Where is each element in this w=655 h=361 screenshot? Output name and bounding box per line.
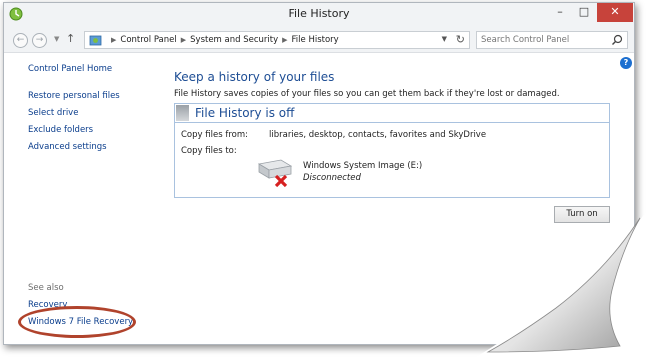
control-panel-icon — [89, 35, 102, 46]
page-title: Keep a history of your files — [174, 70, 335, 84]
turn-on-button[interactable]: Turn on — [554, 206, 610, 223]
page-description: File History saves copies of your files … — [174, 89, 560, 99]
breadcrumb-control-panel[interactable]: Control Panel — [120, 35, 176, 45]
drive-name: Windows System Image (E:) — [303, 161, 423, 171]
advanced-settings-link[interactable]: Advanced settings — [28, 142, 107, 152]
control-panel-home-link[interactable]: Control Panel Home — [28, 64, 112, 74]
breadcrumb-separator-icon[interactable]: ▶ — [282, 36, 287, 44]
see-also-label: See also — [28, 283, 64, 293]
window-title: File History — [288, 7, 350, 20]
exclude-folders-link[interactable]: Exclude folders — [28, 125, 93, 135]
breadcrumb-path: ▶ Control Panel ▶ System and Security ▶ File … — [107, 35, 339, 45]
copy-to-label: Copy files to: — [181, 146, 237, 156]
breadcrumb[interactable]: ▶ Control Panel ▶ System and Security ▶ File … — [84, 31, 470, 49]
breadcrumb-file-history[interactable]: File History — [292, 35, 339, 45]
copy-from-value: libraries, desktop, contacts, favorites … — [269, 130, 487, 140]
status-panel: File History is off Copy files from: lib… — [174, 103, 610, 198]
breadcrumb-separator-icon: ▶ — [111, 36, 117, 44]
refresh-icon[interactable]: ↻ — [456, 33, 465, 46]
title-bar: File History – □ ✕ — [4, 3, 634, 25]
address-bar: ← → ▼ ↑ ▶ Control Panel ▶ System and Securi… — [4, 25, 634, 53]
address-dropdown-chevron-icon[interactable]: ▼ — [442, 35, 447, 43]
left-navigation-pane: Control Panel Home Restore personal file… — [4, 53, 164, 344]
close-button[interactable]: ✕ — [597, 3, 633, 22]
help-icon[interactable]: ? — [620, 57, 632, 69]
search-box[interactable] — [476, 31, 628, 49]
recovery-link[interactable]: Recovery — [28, 300, 67, 310]
drive-status: Disconnected — [303, 173, 361, 183]
status-header: File History is off — [175, 104, 609, 123]
forward-button[interactable]: → — [32, 33, 47, 48]
disconnected-drive-icon — [257, 159, 293, 188]
search-icon[interactable] — [611, 34, 623, 46]
recent-locations-chevron-icon[interactable]: ▼ — [54, 35, 59, 43]
windows-7-file-recovery-link[interactable]: Windows 7 File Recovery — [28, 317, 133, 327]
copy-from-label: Copy files from: — [181, 130, 248, 140]
breadcrumb-separator-icon[interactable]: ▶ — [181, 36, 186, 44]
search-input[interactable] — [481, 33, 605, 47]
breadcrumb-system-and-security[interactable]: System and Security — [190, 35, 278, 45]
maximize-button[interactable]: □ — [572, 3, 596, 22]
restore-personal-files-link[interactable]: Restore personal files — [28, 91, 120, 101]
main-content: ? Keep a history of your files File Hist… — [164, 53, 634, 344]
status-marker — [176, 105, 189, 121]
select-drive-link[interactable]: Select drive — [28, 108, 78, 118]
back-button[interactable]: ← — [13, 33, 28, 48]
file-history-window: File History – □ ✕ ← → ▼ ↑ ▶ Control Pane… — [3, 2, 635, 345]
status-title: File History is off — [195, 106, 295, 120]
minimize-button[interactable]: – — [548, 3, 572, 22]
up-arrow-icon[interactable]: ↑ — [66, 32, 75, 45]
